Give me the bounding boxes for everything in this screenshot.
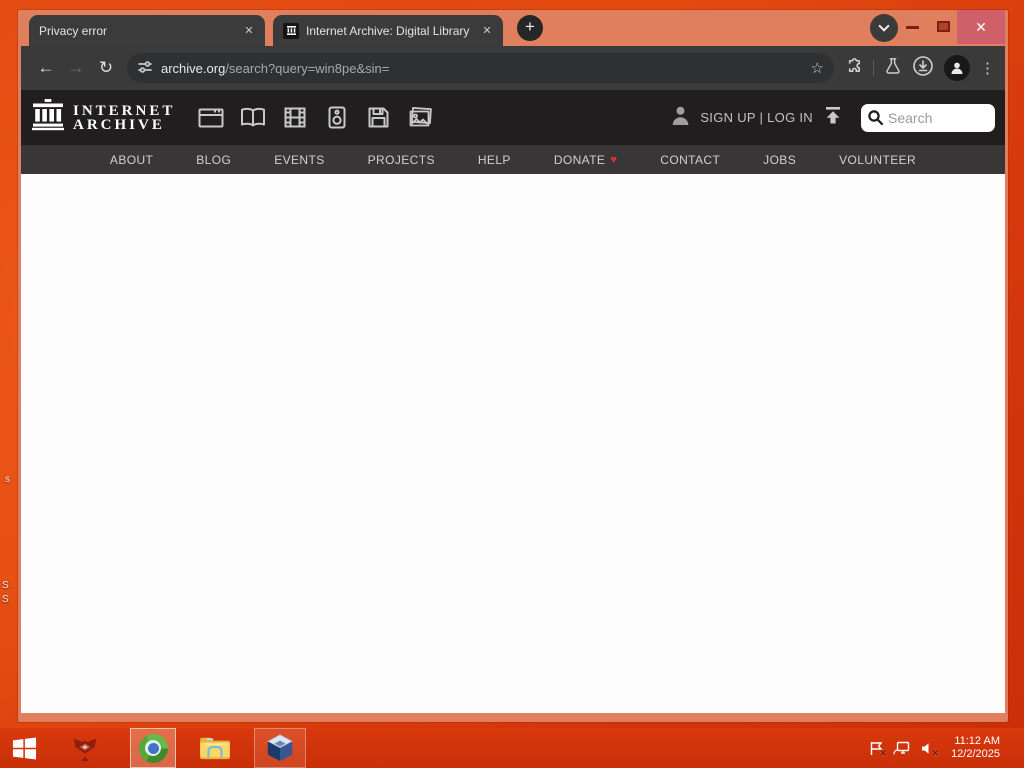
forward-button[interactable]: → [61, 53, 91, 83]
taskbar-chromium-button[interactable] [130, 728, 176, 768]
tab-internet-archive[interactable]: Internet Archive: Digital Library ✕ [273, 15, 503, 46]
reload-button[interactable]: ↻ [91, 53, 121, 83]
nav-donate-label: DONATE [553, 152, 606, 167]
archive-wordmark-line1: INTERNET [73, 102, 176, 119]
site-settings-icon[interactable] [137, 59, 153, 78]
toolbar-separator [873, 60, 874, 76]
tab-title: Internet Archive: Digital Library [306, 23, 470, 38]
taskbar-virtualbox-button[interactable] [254, 728, 306, 768]
nav-contact[interactable]: CONTACT [660, 153, 720, 167]
network-status-icon[interactable] [893, 740, 910, 757]
tab-close-icon[interactable]: ✕ [479, 23, 495, 39]
clock-date: 12/2/2025 [951, 748, 1000, 760]
taskbar-clock[interactable]: 11:12 AM 12/2/2025 [945, 735, 1006, 761]
tab-privacy-error[interactable]: Privacy error ✕ [29, 15, 265, 46]
window-titlebar[interactable]: Privacy error ✕ Internet Archive: Digita… [21, 10, 1005, 46]
maximize-button[interactable] [937, 21, 950, 32]
search-icon [868, 110, 884, 126]
chevron-down-icon [878, 20, 890, 32]
desktop-icon-label-fragment: s [5, 474, 10, 485]
back-button[interactable]: ← [31, 53, 61, 83]
red-diamond-app-icon [73, 738, 97, 762]
address-bar[interactable]: archive.org/search?query=win8pe&sin= ☆ [127, 53, 834, 83]
archive-header-right: SIGN UP | LOG IN [671, 103, 995, 132]
nav-volunteer[interactable]: VOLUNTEER [839, 153, 916, 167]
internet-archive-logo-icon[interactable] [31, 98, 65, 137]
new-tab-button[interactable]: + [517, 15, 543, 41]
system-tray: ✕ ✕ 11:12 AM 12/2/2025 [867, 728, 1024, 768]
texts-media-icon[interactable] [239, 106, 266, 130]
notification-x-badge: ✕ [879, 747, 888, 758]
close-window-button[interactable]: ✕ [957, 10, 1005, 44]
browser-menu-kebab-icon[interactable]: ⋮ [980, 59, 995, 77]
taskbar-file-explorer-button[interactable] [192, 728, 238, 768]
browser-toolbar: ← → ↻ archive.org/search?query=win8pe&si… [21, 46, 1005, 90]
browser-window: Privacy error ✕ Internet Archive: Digita… [18, 10, 1008, 722]
tab-close-icon[interactable]: ✕ [241, 23, 257, 39]
chromium-icon [138, 733, 168, 763]
desktop-icon-label-fragment: S [2, 594, 9, 605]
url-domain: archive.org [161, 60, 226, 76]
toolbar-right-cluster: ⋮ [844, 55, 995, 82]
video-media-icon[interactable] [281, 106, 308, 130]
bookmark-star-icon[interactable]: ☆ [811, 59, 824, 77]
archive-search-box[interactable] [861, 103, 995, 132]
url-path: /search?query=win8pe&sin= [225, 60, 390, 76]
donate-heart-icon: ♥ [610, 153, 618, 166]
nav-about[interactable]: ABOUT [110, 153, 153, 167]
archive-search-input[interactable] [888, 109, 984, 126]
software-media-icon[interactable] [365, 106, 392, 130]
media-type-icons [197, 106, 434, 130]
mute-x-badge: ✕ [931, 747, 940, 758]
minimize-button[interactable] [906, 26, 919, 29]
nav-events[interactable]: EVENTS [274, 153, 324, 167]
windows-logo-icon [12, 737, 36, 759]
url-text: archive.org/search?query=win8pe&sin= [161, 61, 805, 76]
nav-help[interactable]: HELP [478, 153, 511, 167]
nav-projects[interactable]: PROJECTS [368, 153, 435, 167]
desktop-icon-label-fragment: S [2, 580, 9, 591]
tab-search-button[interactable] [870, 14, 898, 42]
labs-flask-icon[interactable] [884, 57, 902, 80]
start-button[interactable] [0, 728, 48, 768]
taskbar-red-diamond-app[interactable] [62, 728, 108, 768]
nav-donate[interactable]: DONATE ♥ [554, 153, 617, 167]
archive-site-header: INTERNET ARCHIVE SIGN UP | LOG IN Search [21, 90, 1005, 145]
web-media-icon[interactable] [197, 106, 224, 130]
internet-archive-favicon-icon [283, 22, 299, 39]
virtualbox-icon [266, 734, 294, 762]
audio-media-icon[interactable] [323, 106, 350, 130]
archive-wordmark[interactable]: INTERNET ARCHIVE [73, 102, 176, 133]
windows-taskbar: ✕ ✕ 11:12 AM 12/2/2025 [0, 728, 1024, 768]
action-center-flag-icon[interactable]: ✕ [867, 740, 887, 758]
archive-wordmark-line2: ARCHIVE [73, 116, 165, 133]
extensions-puzzle-icon[interactable] [844, 56, 863, 80]
upload-icon[interactable] [823, 105, 843, 130]
signup-login-link[interactable]: SIGN UP | LOG IN [700, 110, 813, 125]
nav-jobs[interactable]: JOBS [763, 153, 796, 167]
clock-time: 11:12 AM [954, 735, 1000, 747]
volume-muted-icon[interactable]: ✕ [919, 740, 939, 758]
person-icon[interactable] [671, 105, 690, 131]
file-explorer-icon [200, 737, 230, 760]
tab-title: Privacy error [39, 23, 108, 38]
page-content-blank [21, 174, 1005, 713]
downloads-icon[interactable] [912, 55, 934, 82]
images-media-icon[interactable] [407, 106, 434, 130]
archive-nav: ABOUT BLOG EVENTS PROJECTS HELP DONATE ♥ … [21, 145, 1005, 174]
profile-avatar-icon[interactable] [944, 55, 970, 81]
nav-blog[interactable]: BLOG [196, 153, 231, 167]
